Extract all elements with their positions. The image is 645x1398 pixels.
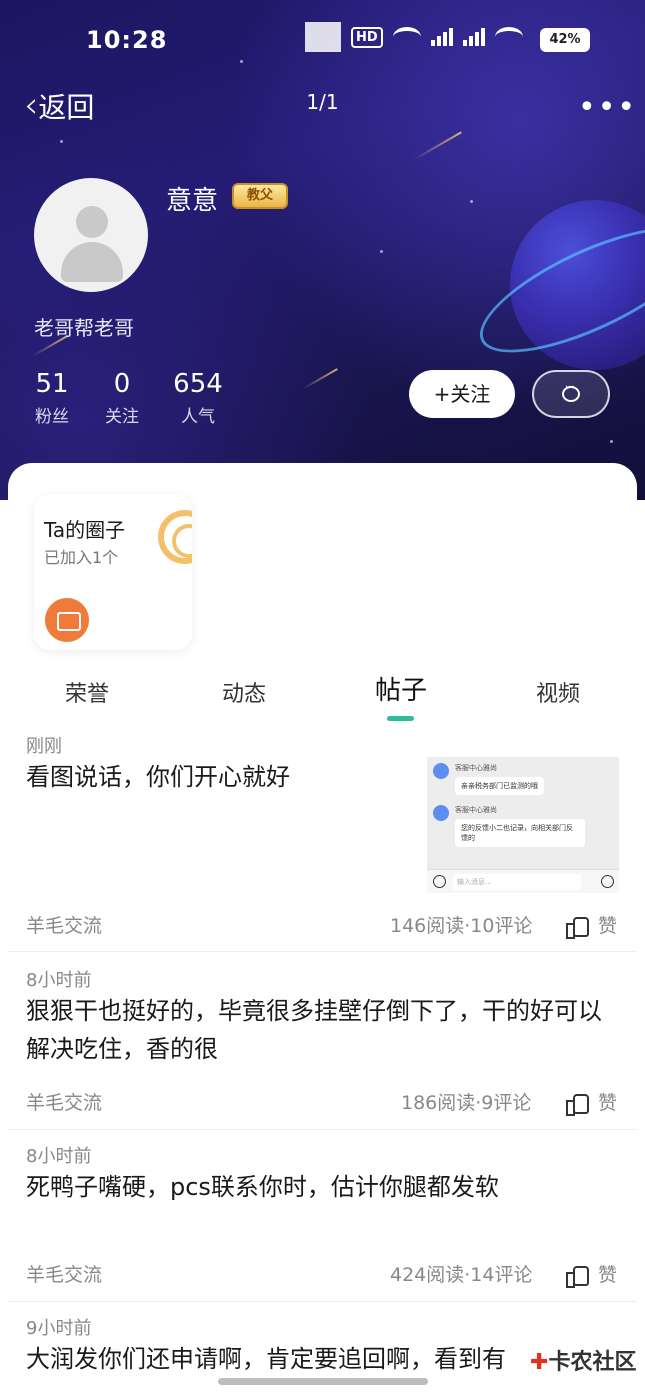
watermark-logo: ✚卡农社区	[530, 1350, 637, 1375]
post-stats: 146阅读·10评论	[390, 915, 533, 937]
chat-input-bar: 输入消息...	[427, 869, 619, 893]
avatar-body	[61, 242, 123, 282]
meteor-streak	[302, 368, 338, 390]
wifi-icon	[494, 27, 523, 47]
status-time: 10:28	[86, 26, 168, 54]
circle-card-subtitle: 已加入1个	[44, 548, 119, 567]
more-options-icon[interactable]: •••	[578, 90, 637, 125]
post-content: 狠狠干也挺好的，毕竟很多挂壁仔倒下了，干的好可以解决吃住，香的很	[26, 997, 602, 1063]
avatar[interactable]	[34, 178, 148, 292]
stat-label: 人气	[181, 407, 215, 427]
chat-bubble: 您的反馈小二也记录，向相关部门反馈的	[455, 819, 585, 847]
chat-avatar	[433, 763, 449, 779]
avatar-placeholder-icon	[76, 206, 108, 238]
signal-icon	[430, 28, 453, 46]
star	[610, 440, 613, 443]
chat-avatar	[433, 805, 449, 821]
message-button[interactable]	[532, 370, 610, 418]
like-label: 赞	[598, 915, 618, 937]
stat-following[interactable]: 0 关注	[100, 368, 144, 427]
post-time: 8小时前	[26, 1146, 92, 1167]
star	[380, 250, 383, 253]
chat-input-field: 输入消息...	[453, 874, 581, 890]
follow-button[interactable]: +关注	[409, 370, 515, 418]
post-time: 刚刚	[26, 736, 62, 757]
like-label: 赞	[598, 1264, 618, 1286]
stat-value: 0	[113, 369, 131, 399]
stat-label: 关注	[105, 407, 139, 427]
like-button[interactable]: 赞	[566, 1260, 618, 1288]
post-item[interactable]: 8小时前 狠狠干也挺好的，毕竟很多挂壁仔倒下了，干的好可以解决吃住，香的很 羊毛…	[8, 952, 637, 1130]
post-time: 8小时前	[26, 970, 92, 991]
post-content: 看图说话，你们开心就好	[26, 763, 290, 791]
mic-icon	[433, 875, 446, 888]
tab-honor[interactable]: 荣誉	[42, 676, 132, 708]
thumbs-up-icon	[566, 915, 589, 939]
thumbs-up-icon	[566, 1092, 589, 1116]
post-circle-tag[interactable]: 羊毛交流	[26, 1260, 102, 1287]
post-circle-tag[interactable]: 羊毛交流	[26, 911, 102, 938]
tab-posts[interactable]: 帖子	[356, 670, 446, 707]
back-button[interactable]: ‹ 返回	[24, 86, 94, 126]
post-time: 9小时前	[26, 1318, 92, 1339]
rank-badge: 教父	[232, 183, 288, 209]
chevron-left-icon: ‹	[24, 85, 39, 126]
active-tab-indicator	[387, 716, 414, 721]
post-stats: 186阅读·9评论	[401, 1092, 532, 1114]
thumbs-up-icon	[566, 1264, 589, 1288]
like-label: 赞	[598, 1092, 618, 1114]
back-label: 返回	[38, 91, 95, 124]
stat-popularity: 654 人气	[168, 368, 228, 427]
stat-followers[interactable]: 51 粉丝	[30, 368, 74, 427]
post-item[interactable]: 8小时前 死鸭子嘴硬，pcs联系你时，估计你腿都发软 羊毛交流 424阅读·14…	[8, 1130, 637, 1302]
plus-icon	[601, 875, 614, 888]
stat-value: 51	[35, 369, 69, 399]
chat-bubble: 亲亲税务部门已监测的哦	[455, 777, 544, 795]
wifi-icon	[392, 27, 421, 47]
stat-label: 粉丝	[35, 407, 69, 427]
tab-activity[interactable]: 动态	[199, 676, 289, 708]
status-bar: 10:28 HD 42%	[0, 0, 645, 80]
post-circle-tag[interactable]: 羊毛交流	[26, 1088, 102, 1115]
stat-value: 654	[173, 369, 223, 399]
like-button[interactable]: 赞	[566, 911, 618, 939]
star	[60, 140, 63, 143]
username: 意意	[166, 186, 219, 216]
circle-card[interactable]: Ta的圈子 已加入1个	[34, 494, 192, 650]
status-icons: HD	[305, 22, 523, 52]
hd-icon: HD	[351, 26, 383, 48]
wallet-icon	[45, 598, 89, 642]
circle-ring-icon	[158, 510, 192, 564]
chat-bubble-icon	[562, 382, 580, 402]
circle-card-title: Ta的圈子	[44, 518, 126, 542]
post-content: 大润发你们还申请啊，肯定要追回啊，看到有	[26, 1345, 506, 1373]
home-indicator[interactable]	[218, 1378, 428, 1385]
notification-icon	[305, 22, 341, 52]
user-bio: 老哥帮老哥	[34, 316, 134, 340]
battery-indicator: 42%	[540, 28, 590, 52]
signal-5g-icon	[462, 28, 485, 46]
like-button[interactable]: 赞	[566, 1088, 618, 1116]
tab-bar: 荣誉 动态 帖子 视频	[0, 668, 645, 718]
meteor-streak	[413, 131, 462, 161]
post-content: 死鸭子嘴硬，pcs联系你时，估计你腿都发软	[26, 1173, 499, 1201]
post-stats: 424阅读·14评论	[390, 1264, 533, 1286]
tab-videos[interactable]: 视频	[513, 676, 603, 708]
post-image-thumbnail[interactable]: 客服中心雅尚 亲亲税务部门已监测的哦 客服中心雅尚 您的反馈小二也记录，向相关部…	[427, 757, 619, 893]
star	[470, 200, 473, 203]
